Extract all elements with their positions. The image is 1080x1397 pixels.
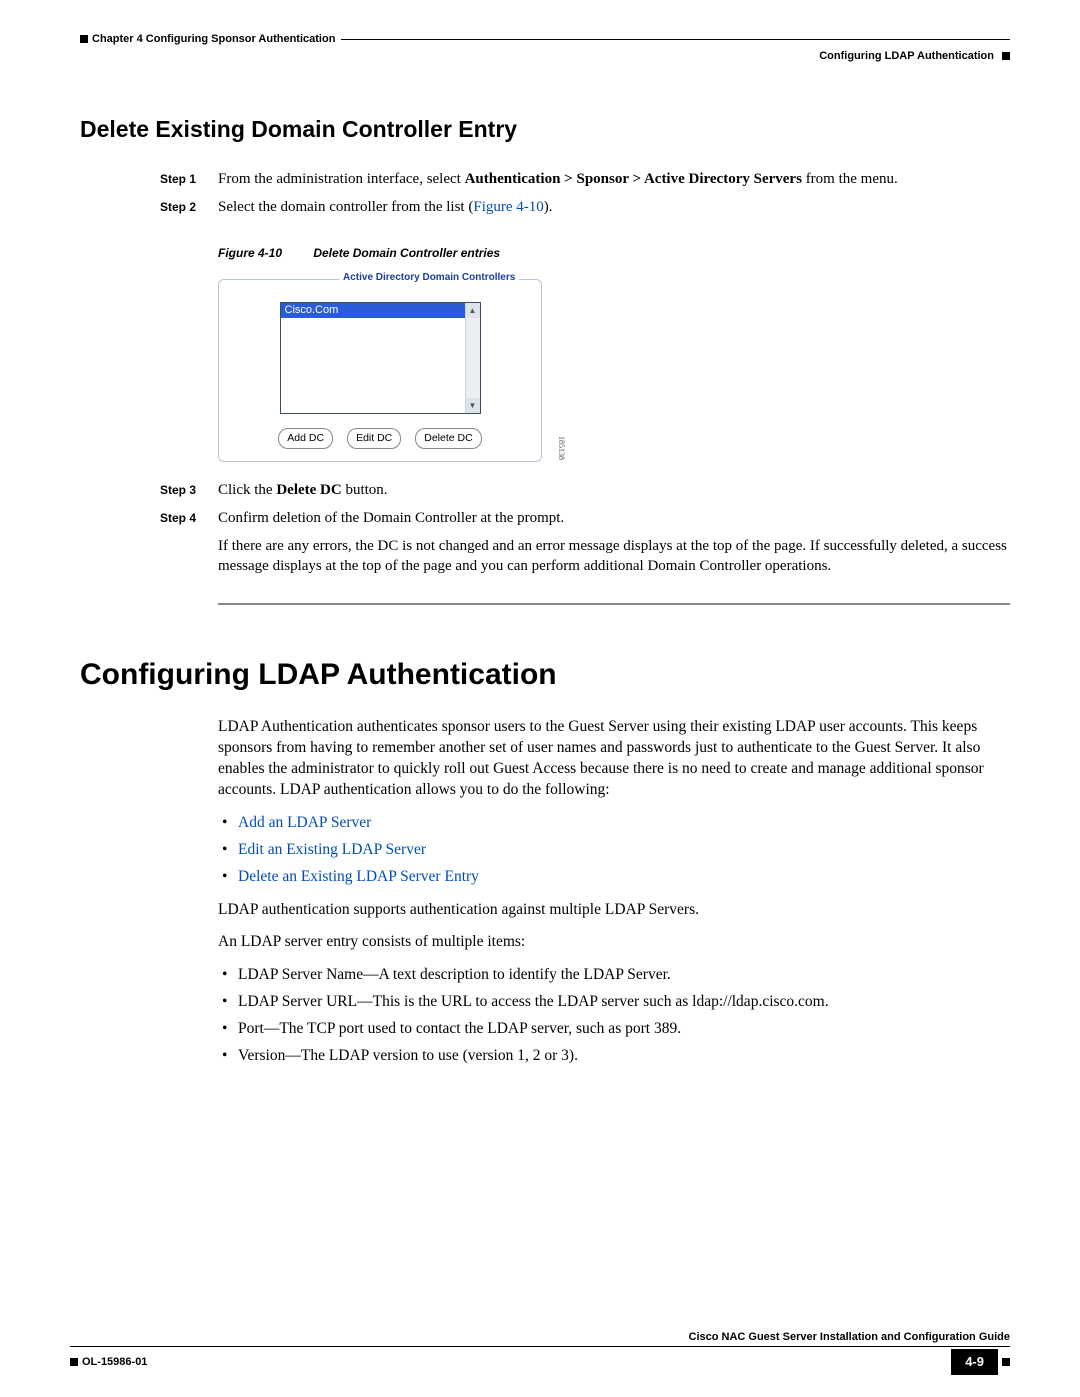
bullet-icon: • [218,813,238,834]
list-item: • Add an LDAP Server [218,813,1010,834]
dc-listbox[interactable]: Cisco.Com ▲ ▼ [280,302,481,414]
intro-paragraph: LDAP Authentication authenticates sponso… [218,717,1010,801]
step-4: Step 4 Confirm deletion of the Domain Co… [160,508,1010,577]
text: Port—The TCP port used to contact the LD… [238,1019,681,1040]
list-item: • Version—The LDAP version to use (versi… [218,1046,1010,1067]
figure-screenshot: Active Directory Domain Controllers Cisc… [218,279,554,461]
step-body: Select the domain controller from the li… [218,197,1010,217]
text: ). [544,199,553,215]
figure-image-id: 185138 [555,436,566,460]
ad-dc-fieldset: Active Directory Domain Controllers Cisc… [218,279,542,461]
step-label: Step 2 [160,199,218,215]
heading-configuring-ldap: Configuring LDAP Authentication [80,655,1010,696]
add-dc-button[interactable]: Add DC [278,428,333,448]
text: LDAP Server URL—This is the URL to acces… [238,992,829,1013]
step-2: Step 2 Select the domain controller from… [160,197,1010,217]
text: Confirm deletion of the Domain Controlle… [218,508,1010,528]
figure-caption: Figure 4-10 Delete Domain Controller ent… [218,245,1010,261]
bullet-icon: • [218,1046,238,1067]
bold-text: Authentication > Sponsor > Active Direct… [465,171,802,187]
step-body: Confirm deletion of the Domain Controlle… [218,508,1010,577]
edit-ldap-link[interactable]: Edit an Existing LDAP Server [238,840,426,861]
step-label: Step 1 [160,171,218,187]
heading-delete-dc-entry: Delete Existing Domain Controller Entry [80,114,1010,145]
step-3: Step 3 Click the Delete DC button. [160,480,1010,500]
header-chapter-text: Chapter 4 Configuring Sponsor Authentica… [92,32,335,47]
list-item: • Edit an Existing LDAP Server [218,840,1010,861]
page-number: 4-9 [951,1349,998,1375]
bold-text: Delete DC [276,482,341,498]
delete-ldap-link[interactable]: Delete an Existing LDAP Server Entry [238,867,479,888]
step-body: Click the Delete DC button. [218,480,1010,500]
header-rule [341,39,1010,40]
header-section-row: Configuring LDAP Authentication [80,49,1010,64]
decor-square-icon [70,1358,78,1366]
list-item: • LDAP Server Name—A text description to… [218,965,1010,986]
text: Version—The LDAP version to use (version… [238,1046,578,1067]
paragraph: LDAP authentication supports authenticat… [218,900,1010,921]
text: from the menu. [802,171,898,187]
text: Click the [218,482,276,498]
footer-ol-number: OL-15986-01 [82,1355,147,1370]
text: Select the domain controller from the li… [218,199,473,215]
delete-dc-button[interactable]: Delete DC [415,428,481,448]
step-label: Step 3 [160,482,218,498]
scroll-down-icon[interactable]: ▼ [466,398,480,413]
bullet-icon: • [218,992,238,1013]
list-item: • LDAP Server URL—This is the URL to acc… [218,992,1010,1013]
text: LDAP Server Name—A text description to i… [238,965,671,986]
bullet-icon: • [218,840,238,861]
figure-title: Delete Domain Controller entries [313,246,500,260]
header-section-text: Configuring LDAP Authentication [819,49,994,64]
fieldset-legend: Active Directory Domain Controllers [339,271,519,285]
bullet-icon: • [218,867,238,888]
paragraph: An LDAP server entry consists of multipl… [218,932,1010,953]
list-item: • Port—The TCP port used to contact the … [218,1019,1010,1040]
button-row: Add DC Edit DC Delete DC [229,428,531,448]
list-item: • Delete an Existing LDAP Server Entry [218,867,1010,888]
scroll-up-icon[interactable]: ▲ [466,303,480,318]
figure-number: Figure 4-10 [218,245,310,261]
decor-square-icon [1002,1358,1010,1366]
step-body: From the administration interface, selec… [218,169,1010,189]
page-footer: Cisco NAC Guest Server Installation and … [70,1330,1010,1375]
bullet-icon: • [218,965,238,986]
decor-square-icon [80,35,88,43]
text: button. [342,482,388,498]
link-list: • Add an LDAP Server • Edit an Existing … [218,813,1010,888]
header-chapter-row: Chapter 4 Configuring Sponsor Authentica… [80,32,1010,47]
step-1: Step 1 From the administration interface… [160,169,1010,189]
scrollbar[interactable]: ▲ ▼ [465,303,480,413]
text: From the administration interface, selec… [218,171,465,187]
dc-list-item-selected[interactable]: Cisco.Com [281,303,465,318]
text: If there are any errors, the DC is not c… [218,536,1010,577]
decor-square-icon [1002,52,1010,60]
step-label: Step 4 [160,510,218,526]
figure-ref-link[interactable]: Figure 4-10 [473,199,543,215]
add-ldap-link[interactable]: Add an LDAP Server [238,813,371,834]
item-list: • LDAP Server Name—A text description to… [218,965,1010,1067]
footer-guide-title: Cisco NAC Guest Server Installation and … [70,1330,1010,1348]
edit-dc-button[interactable]: Edit DC [347,428,401,448]
section-divider [218,603,1010,605]
bullet-icon: • [218,1019,238,1040]
